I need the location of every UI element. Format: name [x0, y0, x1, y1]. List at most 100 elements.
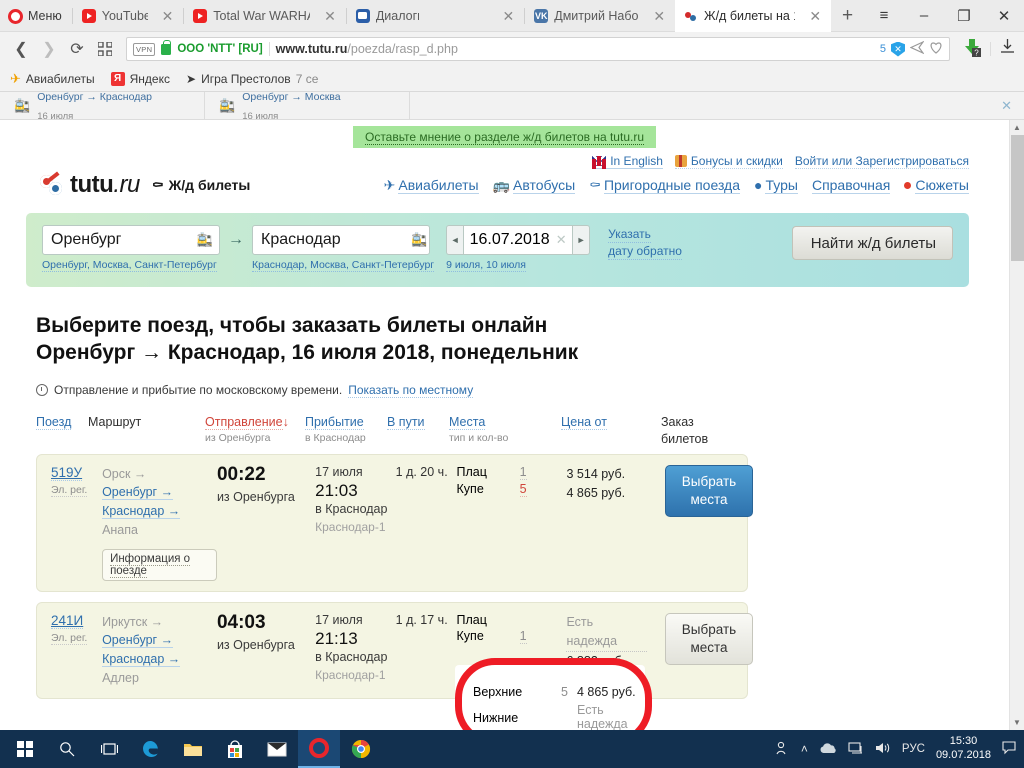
tray-expand-icon[interactable]: ˄: [801, 742, 808, 756]
reload-button[interactable]: ⟳: [64, 36, 90, 62]
back-button[interactable]: ❮: [8, 36, 34, 62]
onedrive-icon[interactable]: [819, 742, 837, 757]
minimize-button[interactable]: –: [904, 0, 944, 32]
feedback-banner[interactable]: Оставьте мнение о разделе ж/д билетов на…: [352, 126, 656, 148]
nav-item-bus[interactable]: 🚌 Автобусы: [493, 176, 576, 194]
ad-blocker-shield-icon[interactable]: ✕: [891, 41, 905, 57]
page-strip-close-icon[interactable]: ✕: [1001, 92, 1024, 119]
seat-breakdown-hope[interactable]: Есть надежда: [577, 703, 645, 730]
mail-button[interactable]: [256, 730, 298, 768]
train-info-button[interactable]: Информация о поезде: [102, 548, 217, 581]
edge-button[interactable]: [130, 730, 172, 768]
select-seats-button[interactable]: Выбрать места: [665, 464, 753, 517]
downloads-icon[interactable]: [999, 38, 1016, 60]
from-input[interactable]: [42, 225, 220, 255]
speed-dial-icon[interactable]: [92, 36, 118, 62]
tutu-logo[interactable]: tutu.ru: [40, 171, 140, 199]
taskbar-clock[interactable]: 15:30 09.07.2018: [936, 735, 991, 763]
tab-close-icon[interactable]: ✕: [499, 8, 519, 25]
tab-vk[interactable]: VK Дмитрий Набок ✕: [525, 0, 675, 32]
col-arrival-label[interactable]: Прибытие: [305, 414, 364, 430]
route-stop-link[interactable]: Краснодар →: [102, 504, 181, 519]
vpn-badge[interactable]: VPN: [133, 42, 156, 56]
date-hint[interactable]: 9 июля, 10 июля: [446, 258, 590, 272]
volume-icon[interactable]: [875, 741, 891, 758]
return-date-link[interactable]: Указать дату обратно: [608, 225, 682, 261]
tab-youtube[interactable]: YouTube ✕: [73, 0, 184, 32]
maximize-button[interactable]: ❐: [944, 0, 984, 32]
tab-close-icon[interactable]: ✕: [158, 8, 178, 25]
in-english-link[interactable]: In English: [592, 154, 663, 169]
nav-item-suburban[interactable]: ⚰ Пригородные поезда: [589, 176, 741, 194]
download-arrow-icon[interactable]: ?: [962, 37, 982, 62]
train-number-link[interactable]: 241И: [51, 613, 84, 629]
explorer-button[interactable]: [172, 730, 214, 768]
scroll-down-arrow-icon[interactable]: ▼: [1010, 715, 1024, 730]
nav-label[interactable]: Пригородные поезда: [603, 176, 741, 194]
col-duration-label[interactable]: В пути: [387, 414, 425, 430]
scrollbar-thumb[interactable]: [1011, 135, 1024, 261]
forward-button[interactable]: ❯: [36, 36, 62, 62]
tab-close-icon[interactable]: ✕: [320, 8, 340, 25]
page-strip-item-krasnodar[interactable]: 🚉 Оренбург → Краснодар 16 июля: [0, 91, 205, 121]
close-window-button[interactable]: ✕: [984, 0, 1024, 32]
scroll-up-arrow-icon[interactable]: ▲: [1010, 120, 1024, 135]
vertical-scrollbar[interactable]: ▲ ▼: [1009, 120, 1024, 730]
seat-count[interactable]: 1: [519, 629, 527, 644]
language-indicator[interactable]: РУС: [902, 743, 925, 755]
tab-dialogs[interactable]: Диалоги ✕: [347, 0, 524, 32]
col-price-label[interactable]: Цена от: [561, 414, 607, 430]
from-field[interactable]: 🚉: [42, 225, 220, 255]
store-button[interactable]: [214, 730, 256, 768]
to-input[interactable]: [252, 225, 430, 255]
task-view-button[interactable]: [88, 730, 130, 768]
chrome-button[interactable]: [340, 730, 382, 768]
col-train-label[interactable]: Поезд: [36, 414, 72, 430]
col-seats-label[interactable]: Места: [449, 414, 486, 430]
route-stop-link[interactable]: Краснодар →: [102, 652, 181, 667]
tab-close-icon[interactable]: ✕: [805, 8, 825, 25]
nav-label[interactable]: Сюжеты: [915, 177, 969, 194]
nav-item-help[interactable]: Справочная: [811, 177, 891, 194]
nav-item-stories[interactable]: Сюжеты: [904, 177, 969, 194]
nav-item-tours[interactable]: ● Туры: [754, 177, 798, 194]
opera-menu-button[interactable]: Меню: [0, 0, 72, 32]
bookmark-game-of-thrones[interactable]: ➤ Игра Престолов 7 се: [186, 72, 318, 86]
to-hint[interactable]: Краснодар, Москва, Санкт-Петербург: [252, 258, 435, 272]
seat-count[interactable]: 1: [519, 465, 527, 480]
nav-label[interactable]: Справочная: [811, 177, 891, 194]
select-seats-button[interactable]: Выбрать места: [665, 612, 753, 665]
nav-label[interactable]: Автобусы: [513, 176, 576, 194]
date-clear-icon[interactable]: ✕: [556, 232, 567, 248]
to-field[interactable]: 🚉: [252, 225, 434, 255]
date-prev-button[interactable]: ◄: [446, 225, 464, 255]
date-next-button[interactable]: ►: [573, 225, 591, 255]
start-button[interactable]: [4, 730, 46, 768]
address-bar[interactable]: VPN OOO 'NTT' [RU] www.tutu.ru/poezda/ra…: [126, 37, 950, 61]
col-departure-label[interactable]: Отправление: [205, 414, 283, 430]
bookmark-yandex[interactable]: Я Яндекс: [110, 71, 170, 86]
nav-label[interactable]: Авиабилеты: [398, 176, 479, 194]
new-tab-button[interactable]: +: [831, 0, 864, 31]
route-stop-link[interactable]: Оренбург →: [102, 633, 174, 649]
tab-close-icon[interactable]: ✕: [649, 8, 669, 25]
table-row[interactable]: 519У Эл. рег. Орск → Оренбург → Краснода…: [36, 453, 753, 592]
from-hint[interactable]: Оренбург, Москва, Санкт-Петербург: [42, 258, 220, 272]
tab-menu-icon[interactable]: ≡: [864, 0, 904, 32]
search-button[interactable]: [46, 730, 88, 768]
show-local-time-link[interactable]: Показать по местному: [348, 383, 474, 398]
tab-tutu-active[interactable]: Ж/д билеты на 1 ✕: [675, 0, 832, 32]
nav-item-avia[interactable]: ✈ Авиабилеты: [384, 176, 479, 194]
heart-icon[interactable]: [929, 41, 943, 57]
bookmark-aviabilety[interactable]: ✈ Авиабилеты: [10, 71, 95, 87]
tab-total-war[interactable]: Total War WARHA ✕: [184, 0, 346, 32]
bonuses-link[interactable]: Бонусы и скидки: [674, 154, 783, 169]
notification-icon[interactable]: [1002, 740, 1016, 758]
share-icon[interactable]: [909, 40, 925, 57]
train-number-link[interactable]: 519У: [51, 465, 83, 481]
seat-count[interactable]: 5: [519, 482, 527, 497]
opera-button[interactable]: [298, 730, 340, 768]
network-icon[interactable]: [848, 741, 864, 758]
search-submit-button[interactable]: Найти ж/д билеты: [791, 226, 953, 260]
nav-label[interactable]: Туры: [765, 177, 798, 194]
